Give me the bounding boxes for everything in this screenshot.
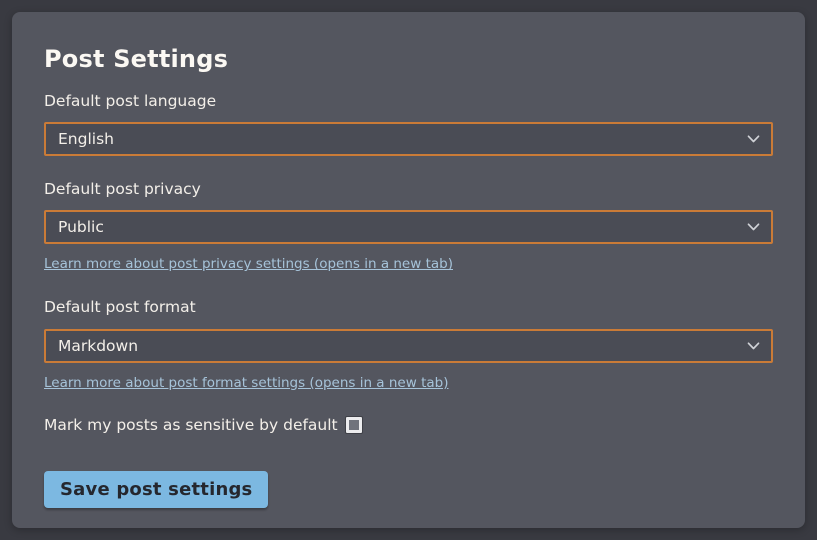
page-title: Post Settings [44, 46, 773, 74]
sensitive-label: Mark my posts as sensitive by default [44, 416, 338, 434]
save-post-settings-button[interactable]: Save post settings [44, 471, 268, 508]
language-select-wrap: English [44, 122, 773, 156]
format-select[interactable]: Markdown [44, 329, 773, 363]
format-select-wrap: Markdown [44, 329, 773, 363]
format-learn-more-link[interactable]: Learn more about post format settings (o… [44, 375, 448, 392]
sensitive-checkbox-row: Mark my posts as sensitive by default [44, 416, 773, 434]
sensitive-checkbox[interactable] [346, 417, 362, 433]
privacy-select-wrap: Public [44, 210, 773, 244]
privacy-select[interactable]: Public [44, 210, 773, 244]
privacy-learn-more-link[interactable]: Learn more about post privacy settings (… [44, 256, 453, 273]
language-label: Default post language [44, 92, 773, 111]
format-label: Default post format [44, 298, 773, 317]
post-settings-panel: Post Settings Default post language Engl… [12, 12, 805, 528]
language-select[interactable]: English [44, 122, 773, 156]
privacy-label: Default post privacy [44, 180, 773, 199]
